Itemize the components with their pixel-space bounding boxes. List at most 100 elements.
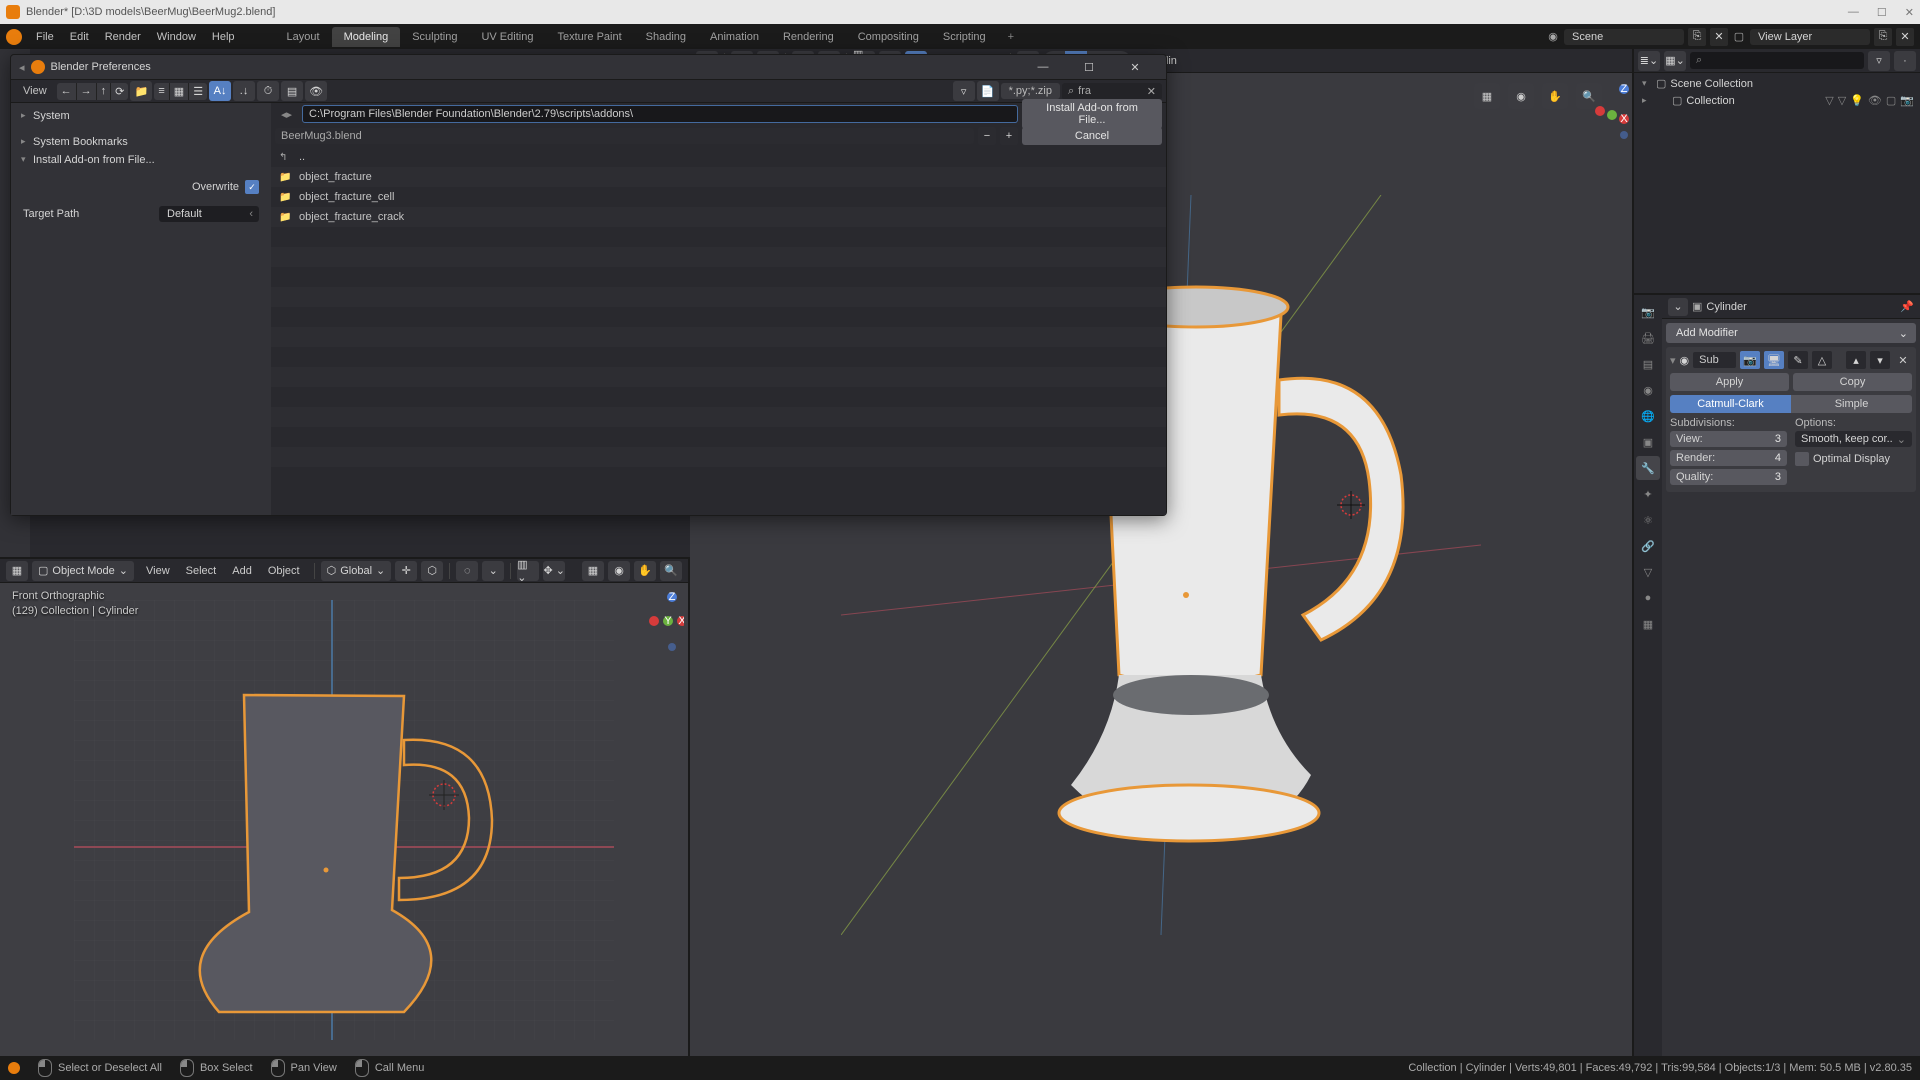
menu-file[interactable]: File [28,28,62,46]
quality-field[interactable]: Quality:3 [1670,469,1787,485]
mode-dropdown[interactable]: ▢Object Mode⌄ [32,561,134,581]
tab-texture-paint[interactable]: Texture Paint [545,27,633,47]
nav-back-button[interactable]: ← [57,83,77,100]
tab-uv-editing[interactable]: UV Editing [469,27,545,47]
sort-ext-button[interactable]: .↓ [233,81,255,101]
tab-rendering[interactable]: Rendering [771,27,846,47]
copy-button[interactable]: Copy [1793,373,1912,391]
display-render-toggle[interactable]: 📷 [1740,351,1760,369]
path-history-icon[interactable]: ◂▸ [275,108,298,121]
view-pan-icon[interactable]: ✋ [1542,83,1568,109]
nav-forward-button[interactable]: → [77,83,97,100]
menu-render[interactable]: Render [97,28,149,46]
add-workspace-button[interactable]: + [1000,27,1022,47]
viewport-menu-select[interactable]: Select [178,563,225,579]
render-icon[interactable]: 📷 [1900,94,1914,107]
editor-type-dropdown[interactable]: ⌄ [1668,298,1688,316]
increment-button[interactable]: + [1000,127,1018,145]
tab-texture[interactable]: ▦ [1636,612,1660,636]
tab-material[interactable]: ● [1636,586,1660,610]
tab-compositing[interactable]: Compositing [846,27,931,47]
remove-layer-button[interactable]: ✕ [1896,28,1914,46]
outliner-collection[interactable]: ▢ Collection ▽ ▽ 💡 👁 ▢ 📷 [1636,92,1918,109]
catmull-clark-button[interactable]: Catmull-Clark [1670,395,1791,413]
nav-refresh-button[interactable]: ⟳ [111,83,128,100]
close-button[interactable]: ✕ [1112,55,1158,79]
viewport-menu-object[interactable]: Object [260,563,308,579]
view-zoom-icon[interactable]: 🔍 [660,561,682,581]
object-name[interactable]: Cylinder [1706,301,1746,313]
tab-sculpting[interactable]: Sculpting [400,27,469,47]
tab-modifiers[interactable]: 🔧 [1636,456,1660,480]
view-camera-button[interactable]: ▦ [1474,83,1500,109]
filter-button[interactable]: ▿ [1868,51,1890,71]
sidebar-install-addon[interactable]: Install Add-on from File... [15,151,267,169]
view-subdivisions-field[interactable]: View:3 [1670,431,1787,447]
apply-button[interactable]: Apply [1670,373,1789,391]
viewport-menu-add[interactable]: Add [224,563,260,579]
tab-mesh[interactable]: ▽ [1636,560,1660,584]
viewport-menu-view[interactable]: View [138,563,178,579]
search-field[interactable]: ⌕ fra ✕ [1062,83,1162,100]
minimize-button[interactable]: — [1848,6,1859,19]
menu-help[interactable]: Help [204,28,243,46]
tab-world[interactable]: 🌐 [1636,404,1660,428]
file-list[interactable]: ↰..📁object_fracture📁object_fracture_cell… [271,147,1166,515]
tab-constraints[interactable]: 🔗 [1636,534,1660,558]
editor-type-dropdown[interactable]: ≣⌄ [1638,51,1660,71]
menu-edit[interactable]: Edit [62,28,97,46]
move-down-button[interactable]: ▾ [1870,351,1890,369]
display-cage-toggle[interactable]: △ [1812,351,1832,369]
display-edit-toggle[interactable]: ✎ [1788,351,1808,369]
display-detail-button[interactable]: ☰ [189,83,207,100]
decrement-button[interactable]: − [978,127,996,145]
display-mode-dropdown[interactable]: ▦⌄ [1664,51,1686,71]
cancel-button[interactable]: Cancel [1022,127,1162,145]
pivot-dropdown[interactable]: ✛ [395,561,417,581]
viewlayer-field[interactable]: View Layer [1750,29,1870,45]
scene-field[interactable]: Scene [1564,29,1684,45]
maximize-button[interactable]: ☐ [1066,55,1112,79]
proportional-falloff[interactable]: ⌄ [482,561,504,581]
file-row[interactable]: 📁object_fracture [271,167,1166,187]
close-button[interactable]: ✕ [1905,6,1914,19]
tab-animation[interactable]: Animation [698,27,771,47]
gizmo-dropdown[interactable]: ✥ ⌄ [543,561,565,581]
view-perspective-button[interactable]: ◉ [1508,83,1534,109]
sort-alpha-button[interactable]: A↓ [209,81,231,101]
display-thumb-button[interactable]: ▦ [170,83,189,100]
target-path-dropdown[interactable]: Default [159,206,259,222]
visibility-icon[interactable]: 👁 [1868,94,1882,107]
disable-icon[interactable]: ▢ [1886,94,1896,107]
view-camera-button[interactable]: ▦ [582,561,604,581]
tab-object[interactable]: ▣ [1636,430,1660,454]
tab-scripting[interactable]: Scripting [931,27,998,47]
filter-restrict[interactable]: · [1894,51,1916,71]
snap-toggle[interactable]: ⬡ [421,561,443,581]
new-layer-button[interactable]: ⎘ [1874,28,1892,46]
sort-time-button[interactable]: ⏱ [257,81,279,101]
orientation-dropdown[interactable]: ⬡Global⌄ [321,561,392,581]
view-menu[interactable]: View [15,83,55,99]
clear-search-icon[interactable]: ✕ [1147,85,1156,98]
sort-size-button[interactable]: ▤ [281,81,303,101]
filter-button[interactable]: ▿ [953,81,975,101]
render-subdivisions-field[interactable]: Render:4 [1670,450,1787,466]
uv-smooth-dropdown[interactable]: Smooth, keep cor.. [1795,431,1912,447]
optimal-display-checkbox[interactable] [1795,452,1809,466]
remove-scene-button[interactable]: ✕ [1710,28,1728,46]
tab-viewlayer[interactable]: ▤ [1636,352,1660,376]
view-pan-icon[interactable]: ✋ [634,561,656,581]
file-row[interactable]: ↰.. [271,147,1166,167]
new-folder-button[interactable]: 📁 [130,81,152,101]
sidebar-system[interactable]: System [15,107,267,125]
minimize-button[interactable]: — [1020,55,1066,79]
tab-modeling[interactable]: Modeling [332,27,401,47]
tab-output[interactable]: 🖨 [1636,326,1660,350]
outliner-search[interactable]: ⌕ [1690,52,1864,69]
tab-particles[interactable]: ✦ [1636,482,1660,506]
outliner-scene-collection[interactable]: ▢ Scene Collection [1636,75,1918,92]
tab-layout[interactable]: Layout [275,27,332,47]
modifier-name-field[interactable]: Sub [1693,352,1736,368]
tab-physics[interactable]: ⚛ [1636,508,1660,532]
